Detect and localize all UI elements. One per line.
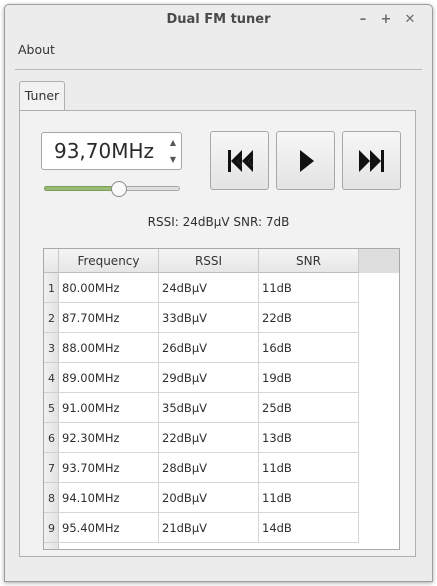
cell-frequency[interactable]: 80.00MHz: [59, 273, 159, 303]
cell-rssi[interactable]: 21dBµV: [159, 513, 259, 543]
menu-bar: About: [5, 34, 432, 66]
seek-backward-button[interactable]: [210, 131, 269, 190]
table-row[interactable]: 8 94.10MHz 20dBµV 11dB: [44, 483, 359, 513]
close-icon[interactable]: ✕: [402, 5, 418, 34]
cell-snr[interactable]: 22dB: [259, 303, 359, 333]
seek-forward-button[interactable]: [342, 131, 401, 190]
table-header: Frequency RSSI SNR: [44, 249, 399, 273]
cell-snr[interactable]: 13dB: [259, 423, 359, 453]
frequency-slider[interactable]: [44, 179, 180, 199]
cell-frequency[interactable]: 95.40MHz: [59, 513, 159, 543]
row-number[interactable]: 9: [44, 513, 59, 543]
frequency-input[interactable]: 93,70MHz: [42, 133, 166, 169]
row-number[interactable]: 1: [44, 273, 59, 303]
cell-rssi[interactable]: 28dBµV: [159, 453, 259, 483]
cell-frequency[interactable]: 89.00MHz: [59, 363, 159, 393]
row-number[interactable]: 2: [44, 303, 59, 333]
table-row[interactable]: 3 88.00MHz 26dBµV 16dB: [44, 333, 359, 363]
cell-frequency[interactable]: 87.70MHz: [59, 303, 159, 333]
cell-snr[interactable]: 11dB: [259, 483, 359, 513]
cell-rssi[interactable]: 24dBµV: [159, 273, 259, 303]
cell-snr[interactable]: 11dB: [259, 273, 359, 303]
play-icon: [300, 150, 314, 172]
cell-snr[interactable]: 14dB: [259, 513, 359, 543]
title-bar[interactable]: Dual FM tuner – + ✕: [5, 5, 432, 34]
cell-snr[interactable]: 16dB: [259, 333, 359, 363]
menu-about[interactable]: About: [18, 42, 55, 57]
cell-snr[interactable]: 25dB: [259, 393, 359, 423]
tuner-panel: 93,70MHz ▲ ▼ RSSI: 24dBµV SNR: 7dB Frequ…: [19, 110, 416, 557]
row-number[interactable]: 4: [44, 363, 59, 393]
header-filler: [359, 249, 399, 273]
row-number[interactable]: 3: [44, 333, 59, 363]
signal-status: RSSI: 24dBµV SNR: 7dB: [147, 215, 290, 229]
slider-handle[interactable]: [110, 181, 127, 197]
cell-rssi[interactable]: 33dBµV: [159, 303, 259, 333]
table-corner[interactable]: [44, 249, 59, 273]
cell-rssi[interactable]: 20dBµV: [159, 483, 259, 513]
cell-frequency[interactable]: 93.70MHz: [59, 453, 159, 483]
window-title: Dual FM tuner: [166, 12, 271, 27]
column-header-snr[interactable]: SNR: [259, 249, 359, 273]
table-row[interactable]: 1 80.00MHz 24dBµV 11dB: [44, 273, 359, 303]
row-number[interactable]: 5: [44, 393, 59, 423]
slider-fill: [44, 186, 119, 191]
minimize-icon[interactable]: –: [355, 5, 371, 34]
maximize-icon[interactable]: +: [378, 5, 394, 34]
cell-rssi[interactable]: 26dBµV: [159, 333, 259, 363]
cell-rssi[interactable]: 22dBµV: [159, 423, 259, 453]
cell-frequency[interactable]: 92.30MHz: [59, 423, 159, 453]
app-window: Dual FM tuner – + ✕ About Tuner 93,70MHz…: [4, 4, 433, 582]
column-header-frequency[interactable]: Frequency: [59, 249, 159, 273]
table-row[interactable]: 6 92.30MHz 22dBµV 13dB: [44, 423, 359, 453]
table-row[interactable]: 5 91.00MHz 35dBµV 25dB: [44, 393, 359, 423]
row-number[interactable]: 7: [44, 453, 59, 483]
cell-rssi[interactable]: 29dBµV: [159, 363, 259, 393]
cell-frequency[interactable]: 94.10MHz: [59, 483, 159, 513]
cell-rssi[interactable]: 35dBµV: [159, 393, 259, 423]
cell-snr[interactable]: 11dB: [259, 453, 359, 483]
row-number[interactable]: 6: [44, 423, 59, 453]
spin-up-icon[interactable]: ▲: [167, 134, 179, 151]
cell-frequency[interactable]: 88.00MHz: [59, 333, 159, 363]
spin-down-icon[interactable]: ▼: [167, 151, 179, 168]
cell-snr[interactable]: 19dB: [259, 363, 359, 393]
play-button[interactable]: [276, 131, 335, 190]
station-table[interactable]: Frequency RSSI SNR 1 80.00MHz 24dBµV 11dB 2 8…: [43, 248, 400, 550]
tab-tuner[interactable]: Tuner: [19, 81, 65, 111]
table-row[interactable]: 4 89.00MHz 29dBµV 19dB: [44, 363, 359, 393]
table-row[interactable]: 7 93.70MHz 28dBµV 11dB: [44, 453, 359, 483]
seek-forward-icon: [359, 150, 384, 172]
column-header-rssi[interactable]: RSSI: [159, 249, 259, 273]
row-number[interactable]: 8: [44, 483, 59, 513]
table-row[interactable]: 2 87.70MHz 33dBµV 22dB: [44, 303, 359, 333]
seek-backward-icon: [228, 150, 253, 172]
cell-frequency[interactable]: 91.00MHz: [59, 393, 159, 423]
menu-separator: [15, 69, 422, 70]
table-row[interactable]: 9 95.40MHz 21dBµV 14dB: [44, 513, 359, 543]
frequency-spinbox[interactable]: 93,70MHz ▲ ▼: [41, 132, 182, 170]
